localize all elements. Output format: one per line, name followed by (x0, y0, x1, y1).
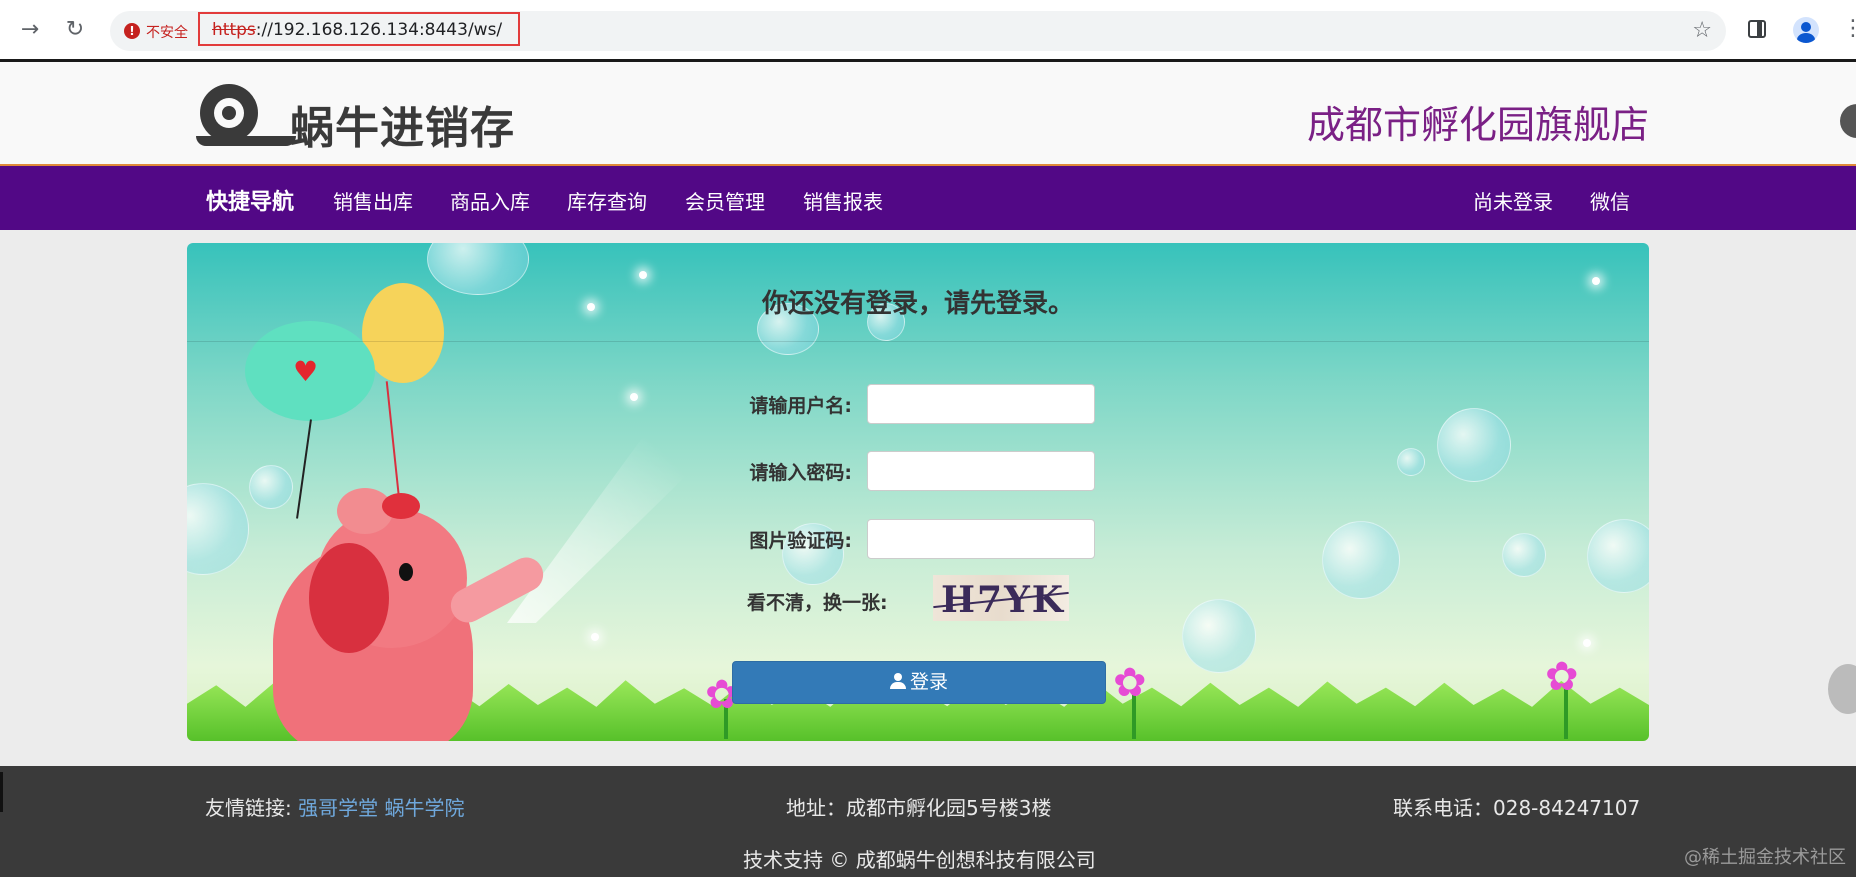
flower-icon: ✿ (1545, 654, 1579, 700)
security-label[interactable]: 不安全 (146, 22, 188, 42)
password-input[interactable] (867, 451, 1095, 491)
nav-item-stock-query[interactable]: 库存查询 (567, 186, 647, 215)
user-icon (889, 673, 906, 689)
friend-link-woniu[interactable]: 蜗牛学院 (384, 796, 464, 820)
sparkle-decoration (1583, 639, 1591, 647)
footer-address: 地址：成都市孵化园5号楼3楼 (786, 796, 1052, 820)
bubble-decoration (1322, 521, 1400, 599)
password-label: 请输入密码: (749, 462, 852, 484)
login-button-label: 登录 (909, 671, 948, 693)
friend-link-qiangge[interactable]: 强哥学堂 (298, 796, 378, 820)
snail-body-shape (196, 136, 296, 146)
not-secure-icon[interactable]: ! (124, 23, 140, 39)
footer-phone: 联系电话：028-84247107 (1393, 796, 1641, 820)
store-name: 成都市孵化园旗舰店 (1306, 103, 1649, 147)
balloon-string (296, 419, 312, 519)
captcha-label: 图片验证码: (749, 530, 852, 552)
captcha-image[interactable]: H7YK (933, 575, 1069, 621)
nav-login-status[interactable]: 尚未登录 (1473, 186, 1553, 215)
browser-toolbar: → ↻ ! 不安全 https://192.168.126.134:8443/w… (0, 0, 1856, 62)
heart-icon: ♥ (293, 355, 319, 388)
captcha-input[interactable] (867, 519, 1095, 559)
title-divider (187, 341, 1649, 342)
url-scheme: https (212, 20, 256, 40)
elephant-eye (399, 563, 413, 581)
site-logo[interactable]: 蜗牛进销存 (196, 80, 526, 154)
reload-icon[interactable]: ↻ (61, 16, 89, 44)
nav-item-members[interactable]: 会员管理 (685, 186, 765, 215)
bubble-decoration (1397, 448, 1425, 476)
balloon-string (385, 381, 401, 501)
friend-links-label: 友情链接: (205, 796, 292, 820)
main-nav: 快捷导航 销售出库 商品入库 库存查询 会员管理 销售报表 尚未登录 微信 (0, 166, 1856, 230)
bookmark-star-icon[interactable]: ☆ (1692, 18, 1712, 43)
water-spray-decoration (507, 393, 747, 623)
browser-menu-icon[interactable]: ⋮ (1842, 16, 1856, 41)
address-bar[interactable]: ! 不安全 https://192.168.126.134:8443/ws/ ☆ (110, 11, 1726, 51)
captcha-refresh-hint[interactable]: 看不清，换一张: (747, 588, 888, 615)
username-label: 请输用户名: (749, 395, 852, 417)
snail-logo-icon (200, 84, 258, 142)
bird-wing (382, 493, 420, 519)
elephant-ear (309, 543, 389, 653)
floating-widget[interactable] (1828, 664, 1856, 714)
login-button[interactable]: 登录 (732, 661, 1106, 704)
nav-wechat[interactable]: 微信 (1590, 186, 1630, 215)
nav-brand[interactable]: 快捷导航 (206, 184, 294, 216)
url-text[interactable]: https://192.168.126.134:8443/ws/ (212, 20, 502, 40)
side-panel-icon[interactable] (1748, 20, 1766, 38)
bubble-decoration (1182, 599, 1256, 673)
forward-icon[interactable]: → (16, 16, 44, 44)
logo-text: 蜗牛进销存 (290, 103, 515, 154)
username-input[interactable] (867, 384, 1095, 424)
bubble-decoration (1437, 408, 1511, 482)
login-title: 你还没有登录，请先登录。 (761, 289, 1074, 319)
url-path: ://192.168.126.134:8443/ws/ (255, 20, 503, 40)
nav-item-sales-report[interactable]: 销售报表 (803, 186, 883, 215)
captcha-text: H7YK (941, 579, 1066, 621)
site-footer: 友情链接: 强哥学堂 蜗牛学院 地址：成都市孵化园5号楼3楼 联系电话：028-… (0, 766, 1856, 877)
url-highlight-box: https://192.168.126.134:8443/ws/ (198, 12, 520, 46)
friend-links: 友情链接: 强哥学堂 蜗牛学院 (205, 792, 464, 821)
login-panel: ✿ ✿ ✿ ♥ 你还没有登录，请先登录。 请输用户名: 请输入密码: 图片验证码… (187, 243, 1649, 741)
nav-item-goods-in[interactable]: 商品入库 (450, 186, 530, 215)
site-header: 蜗牛进销存 成都市孵化园旗舰店 (0, 62, 1856, 166)
profile-avatar-icon[interactable] (1793, 17, 1819, 43)
bubble-decoration (1502, 533, 1546, 577)
left-edge-tab (0, 772, 3, 812)
nav-item-sales-out[interactable]: 销售出库 (333, 186, 413, 215)
bubble-decoration (1587, 519, 1649, 593)
watermark: @稀土掘金技术社区 (1684, 847, 1846, 868)
footer-support: 技术支持 © 成都蜗牛创想科技有限公司 (743, 848, 1096, 872)
flower-icon: ✿ (1113, 660, 1147, 706)
